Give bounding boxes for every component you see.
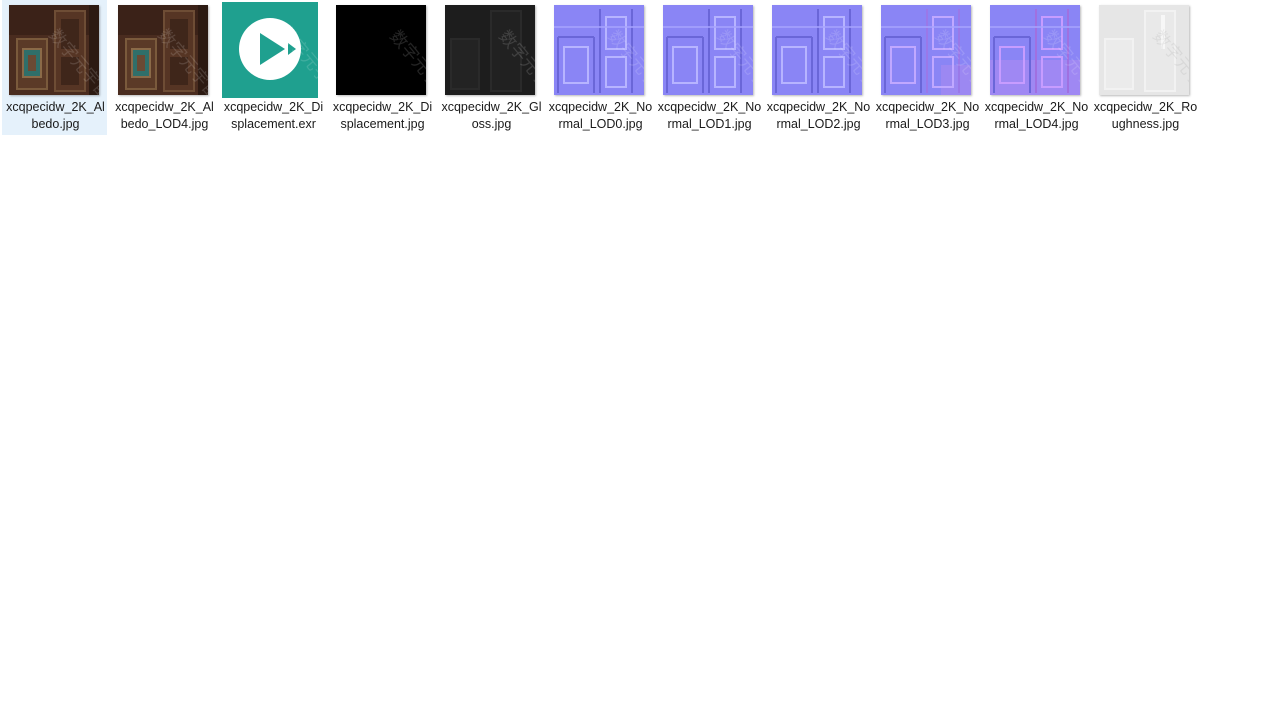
file-name: xcqpecidw_2K_Albedo.jpg: [6, 100, 105, 131]
normal-texture-svg: 数字元宇宙: [881, 5, 971, 95]
file-item-normal-lod3[interactable]: 数字元宇宙 xcqpecidw_2K_Normal_LOD3.jpg: [874, 0, 979, 152]
file-name: xcqpecidw_2K_Gloss.jpg: [441, 100, 542, 131]
file-item-displacement-jpg[interactable]: 数字元宇宙 xcqpecidw_2K_Displacement.jpg: [329, 0, 434, 152]
file-item-normal-lod2[interactable]: 数字元宇宙 xcqpecidw_2K_Normal_LOD2.jpg: [765, 0, 870, 152]
file-name: xcqpecidw_2K_Displacement.jpg: [332, 100, 433, 131]
albedo-lod4-texture-svg: 数字元宇宙: [118, 5, 208, 95]
normal-texture-svg: 数字元宇宙: [772, 5, 862, 95]
file-name: xcqpecidw_2K_Normal_LOD4.jpg: [984, 100, 1089, 131]
normal-texture-svg: 数字元宇宙: [990, 5, 1080, 95]
normal-lod2-thumbnail-icon: 数字元宇宙: [772, 5, 862, 95]
gloss-thumbnail-icon: 数字元宇宙: [445, 5, 535, 95]
file-item-gloss[interactable]: 数字元宇宙 xcqpecidw_2K_Gloss.jpg: [438, 0, 543, 152]
roughness-texture-svg: 数字元宇宙: [1099, 5, 1189, 95]
file-name: xcqpecidw_2K_Normal_LOD3.jpg: [875, 100, 980, 131]
normal-lod1-thumbnail-icon: 数字元宇宙: [663, 5, 753, 95]
albedo-texture-svg: 数字元宇宙: [9, 5, 99, 95]
file-grid: 数字元宇宙 xcqpecidw_2K_Albedo.jpg 数字元宇宙 xcqp…: [2, 0, 1278, 160]
media-player-icon: 数字元宇宙: [222, 2, 318, 98]
normal-texture-svg: 数字元宇宙: [663, 5, 753, 95]
file-name: xcqpecidw_2K_Albedo_LOD4.jpg: [115, 100, 214, 131]
file-name: xcqpecidw_2K_Normal_LOD1.jpg: [657, 100, 762, 131]
file-name: xcqpecidw_2K_Normal_LOD0.jpg: [548, 100, 653, 131]
file-item-albedo[interactable]: 数字元宇宙 xcqpecidw_2K_Albedo.jpg: [2, 0, 107, 135]
file-item-roughness[interactable]: 数字元宇宙 xcqpecidw_2K_Roughness.jpg: [1092, 0, 1197, 152]
normal-lod4-thumbnail-icon: 数字元宇宙: [990, 5, 1080, 95]
media-player-svg: 数字元宇宙: [222, 2, 318, 98]
file-item-albedo-lod4[interactable]: 数字元宇宙 xcqpecidw_2K_Albedo_LOD4.jpg: [111, 0, 216, 152]
displacement-thumbnail-icon: 数字元宇宙: [336, 5, 426, 95]
displacement-texture-svg: 数字元宇宙: [336, 5, 426, 95]
normal-lod0-thumbnail-icon: 数字元宇宙: [554, 5, 644, 95]
file-name: xcqpecidw_2K_Displacement.exr: [223, 100, 324, 131]
albedo-lod4-thumbnail-icon: 数字元宇宙: [118, 5, 208, 95]
file-item-normal-lod1[interactable]: 数字元宇宙 xcqpecidw_2K_Normal_LOD1.jpg: [656, 0, 761, 152]
file-item-normal-lod4[interactable]: 数字元宇宙 xcqpecidw_2K_Normal_LOD4.jpg: [983, 0, 1088, 152]
albedo-thumbnail-icon: 数字元宇宙: [9, 5, 99, 95]
file-name: xcqpecidw_2K_Normal_LOD2.jpg: [766, 100, 871, 131]
normal-texture-svg: 数字元宇宙: [554, 5, 644, 95]
file-item-displacement-exr[interactable]: 数字元宇宙 xcqpecidw_2K_Displacement.exr: [220, 0, 325, 152]
gloss-texture-svg: 数字元宇宙: [445, 5, 535, 95]
roughness-thumbnail-icon: 数字元宇宙: [1099, 5, 1189, 95]
normal-lod3-thumbnail-icon: 数字元宇宙: [881, 5, 971, 95]
file-item-normal-lod0[interactable]: 数字元宇宙 xcqpecidw_2K_Normal_LOD0.jpg: [547, 0, 652, 152]
file-name: xcqpecidw_2K_Roughness.jpg: [1093, 100, 1198, 131]
